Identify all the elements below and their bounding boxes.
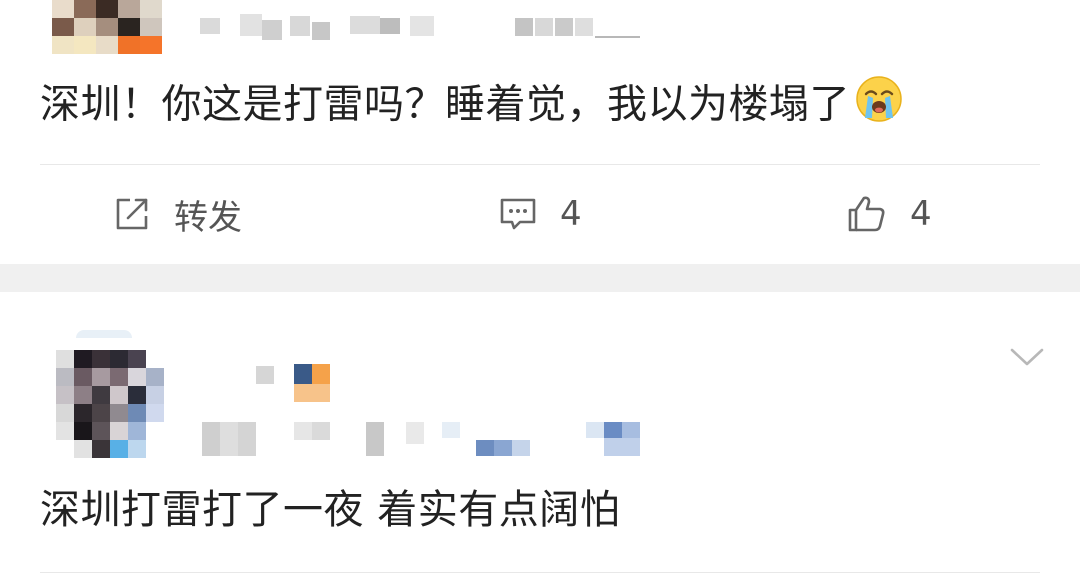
section-separator (0, 264, 1080, 292)
repost-label: 转发 (174, 197, 242, 238)
post-username-mosaic[interactable] (200, 12, 640, 42)
like-count: 4 (910, 194, 932, 234)
post-divider (40, 164, 1040, 165)
comment-text: 深圳打雷打了一夜 着实有点阔怕 (40, 487, 621, 533)
share-icon (110, 192, 154, 236)
repost-button[interactable]: 转发 (110, 188, 242, 240)
post-avatar-mosaic[interactable] (52, 0, 168, 54)
thumbs-up-icon (844, 192, 890, 236)
comment-badge-mosaic (256, 364, 332, 402)
loudly-crying-face-icon (854, 74, 904, 139)
comment-icon (496, 192, 540, 236)
comment-button[interactable]: 4 (496, 188, 582, 240)
chevron-down-icon[interactable] (1008, 344, 1046, 374)
post-text-content: 深圳！你这是打雷吗？睡着觉，我以为楼塌了 (40, 81, 850, 128)
comment-avatar-mosaic[interactable] (52, 330, 168, 458)
comment-divider (40, 572, 1040, 573)
post-text: 深圳！你这是打雷吗？睡着觉，我以为楼塌了 (40, 74, 904, 139)
comment-count: 4 (560, 194, 582, 234)
like-button[interactable]: 4 (844, 188, 932, 240)
comment-username-mosaic[interactable] (202, 418, 642, 458)
